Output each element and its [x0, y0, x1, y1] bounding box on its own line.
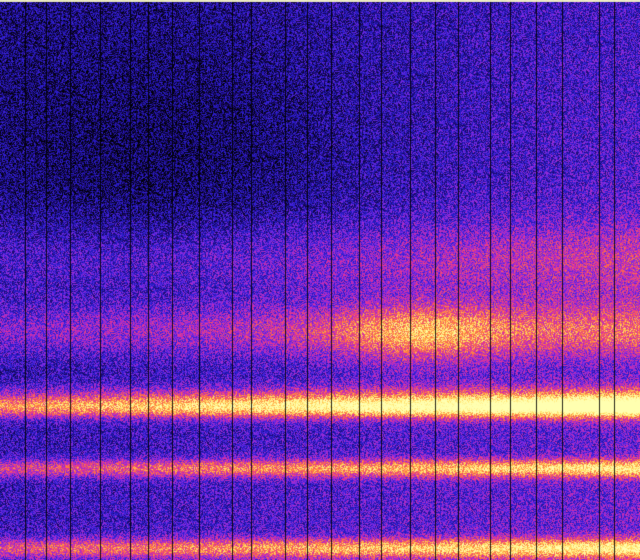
- spectrogram-image: [0, 0, 640, 560]
- spectrogram-view: [0, 0, 640, 560]
